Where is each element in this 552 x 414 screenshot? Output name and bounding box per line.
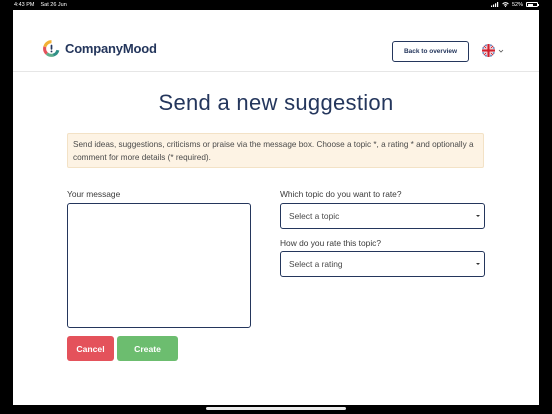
rating-select[interactable]: Select a rating bbox=[280, 251, 485, 277]
brand-logo[interactable]: CompanyMood bbox=[43, 40, 157, 57]
info-banner: Send ideas, suggestions, criticisms or p… bbox=[67, 133, 484, 168]
topic-label: Which topic do you want to rate? bbox=[280, 189, 402, 199]
company-mood-logo-icon bbox=[43, 40, 60, 57]
cancel-button[interactable]: Cancel bbox=[67, 336, 114, 361]
brand-name: CompanyMood bbox=[65, 41, 157, 56]
status-date: Sat 26 Jun bbox=[40, 2, 67, 8]
status-time: 4:43 PM bbox=[14, 2, 35, 8]
home-indicator[interactable] bbox=[206, 407, 346, 410]
top-nav: CompanyMood Back to overview bbox=[13, 10, 539, 72]
language-selector[interactable] bbox=[482, 44, 504, 57]
message-textarea[interactable] bbox=[67, 203, 251, 328]
rating-label: How do you rate this topic? bbox=[280, 238, 382, 248]
back-to-overview-button[interactable]: Back to overview bbox=[392, 41, 469, 62]
battery-percent: 52% bbox=[511, 1, 523, 8]
topic-select[interactable]: Select a topic bbox=[280, 203, 485, 229]
dropdown-caret-icon bbox=[476, 215, 480, 217]
message-label: Your message bbox=[67, 189, 121, 199]
battery-icon bbox=[526, 2, 539, 7]
create-button[interactable]: Create bbox=[117, 336, 178, 361]
chevron-down-icon bbox=[498, 49, 504, 53]
status-bar: 4:43 PM Sat 26 Jun 52% bbox=[0, 0, 552, 10]
uk-flag-icon bbox=[482, 44, 495, 57]
signal-icon bbox=[490, 2, 499, 7]
rating-select-value: Select a rating bbox=[289, 259, 343, 269]
topic-select-value: Select a topic bbox=[289, 211, 340, 221]
page-title: Send a new suggestion bbox=[158, 90, 394, 115]
wifi-icon bbox=[502, 2, 509, 7]
dropdown-caret-icon bbox=[476, 263, 480, 265]
app-screen: CompanyMood Back to overview Send a new … bbox=[13, 10, 539, 405]
